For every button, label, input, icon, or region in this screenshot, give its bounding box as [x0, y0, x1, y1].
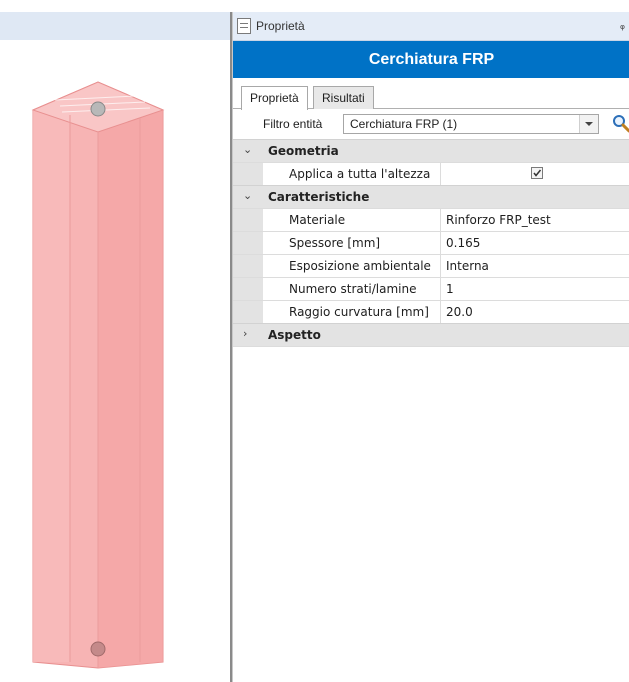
properties-panel: Proprietà ᵩ Cerchiatura FRP Proprietà Ri…: [232, 12, 629, 682]
property-name: Spessore [mm]: [263, 232, 441, 254]
category-geometria[interactable]: ⌄ Geometria: [233, 139, 629, 162]
category-label: Caratteristiche: [268, 190, 370, 204]
panel-title: Proprietà: [256, 19, 305, 33]
chevron-down-icon[interactable]: ⌄: [243, 189, 255, 202]
property-row-materiale[interactable]: Materiale Rinforzo FRP_test: [233, 208, 629, 231]
column-left-face: [33, 110, 70, 662]
property-value[interactable]: [441, 163, 629, 185]
property-value[interactable]: Interna: [441, 255, 629, 277]
category-aspetto[interactable]: › Aspetto: [233, 323, 629, 346]
filter-value: Cerchiatura FRP (1): [350, 117, 458, 131]
property-value[interactable]: Rinforzo FRP_test: [441, 209, 629, 231]
property-row-applica[interactable]: Applica a tutta l'altezza: [233, 162, 629, 185]
category-label: Geometria: [268, 144, 339, 158]
tab-risultati[interactable]: Risultati: [313, 86, 374, 109]
entity-filter-select[interactable]: Cerchiatura FRP (1): [343, 114, 599, 134]
property-row-esposizione[interactable]: Esposizione ambientale Interna: [233, 254, 629, 277]
properties-icon: [237, 18, 251, 34]
chevron-down-icon[interactable]: ⌄: [243, 143, 255, 156]
property-value[interactable]: 1: [441, 278, 629, 300]
checkmark-icon: [533, 169, 542, 177]
property-row-raggio[interactable]: Raggio curvatura [mm] 20.0: [233, 300, 629, 323]
magnifier-icon[interactable]: [611, 113, 629, 133]
bottom-node-marker: [90, 641, 106, 657]
applica-altezza-checkbox[interactable]: [531, 167, 543, 179]
panel-titlebar: Proprietà ᵩ: [233, 12, 629, 41]
top-node-marker: [90, 101, 106, 117]
property-grid: ⌄ Geometria Applica a tutta l'altezza ⌄ …: [233, 139, 629, 347]
entity-title: Cerchiatura FRP: [368, 50, 495, 68]
property-row-spessore[interactable]: Spessore [mm] 0.165: [233, 231, 629, 254]
category-caratteristiche[interactable]: ⌄ Caratteristiche: [233, 185, 629, 208]
entity-filter-row: Filtro entità Cerchiatura FRP (1): [233, 109, 629, 139]
property-name: Raggio curvatura [mm]: [263, 301, 441, 323]
3d-viewport[interactable]: [0, 0, 230, 682]
pin-icon[interactable]: ᵩ: [620, 18, 628, 32]
chevron-down-icon[interactable]: [579, 115, 598, 133]
property-name: Materiale: [263, 209, 441, 231]
entity-header: Cerchiatura FRP: [233, 41, 629, 78]
tab-strip: Proprietà Risultati: [233, 78, 629, 110]
tab-proprieta[interactable]: Proprietà: [241, 86, 308, 110]
property-name: Applica a tutta l'altezza: [263, 163, 441, 185]
chevron-right-icon[interactable]: ›: [243, 327, 255, 340]
property-value[interactable]: 0.165: [441, 232, 629, 254]
column-side-face: [98, 100, 163, 668]
frp-column-model[interactable]: [0, 0, 230, 682]
property-row-strati[interactable]: Numero strati/lamine 1: [233, 277, 629, 300]
filter-label: Filtro entità: [263, 117, 323, 131]
category-label: Aspetto: [268, 328, 321, 342]
property-name: Esposizione ambientale: [263, 255, 441, 277]
property-value[interactable]: 20.0: [441, 301, 629, 323]
property-name: Numero strati/lamine: [263, 278, 441, 300]
